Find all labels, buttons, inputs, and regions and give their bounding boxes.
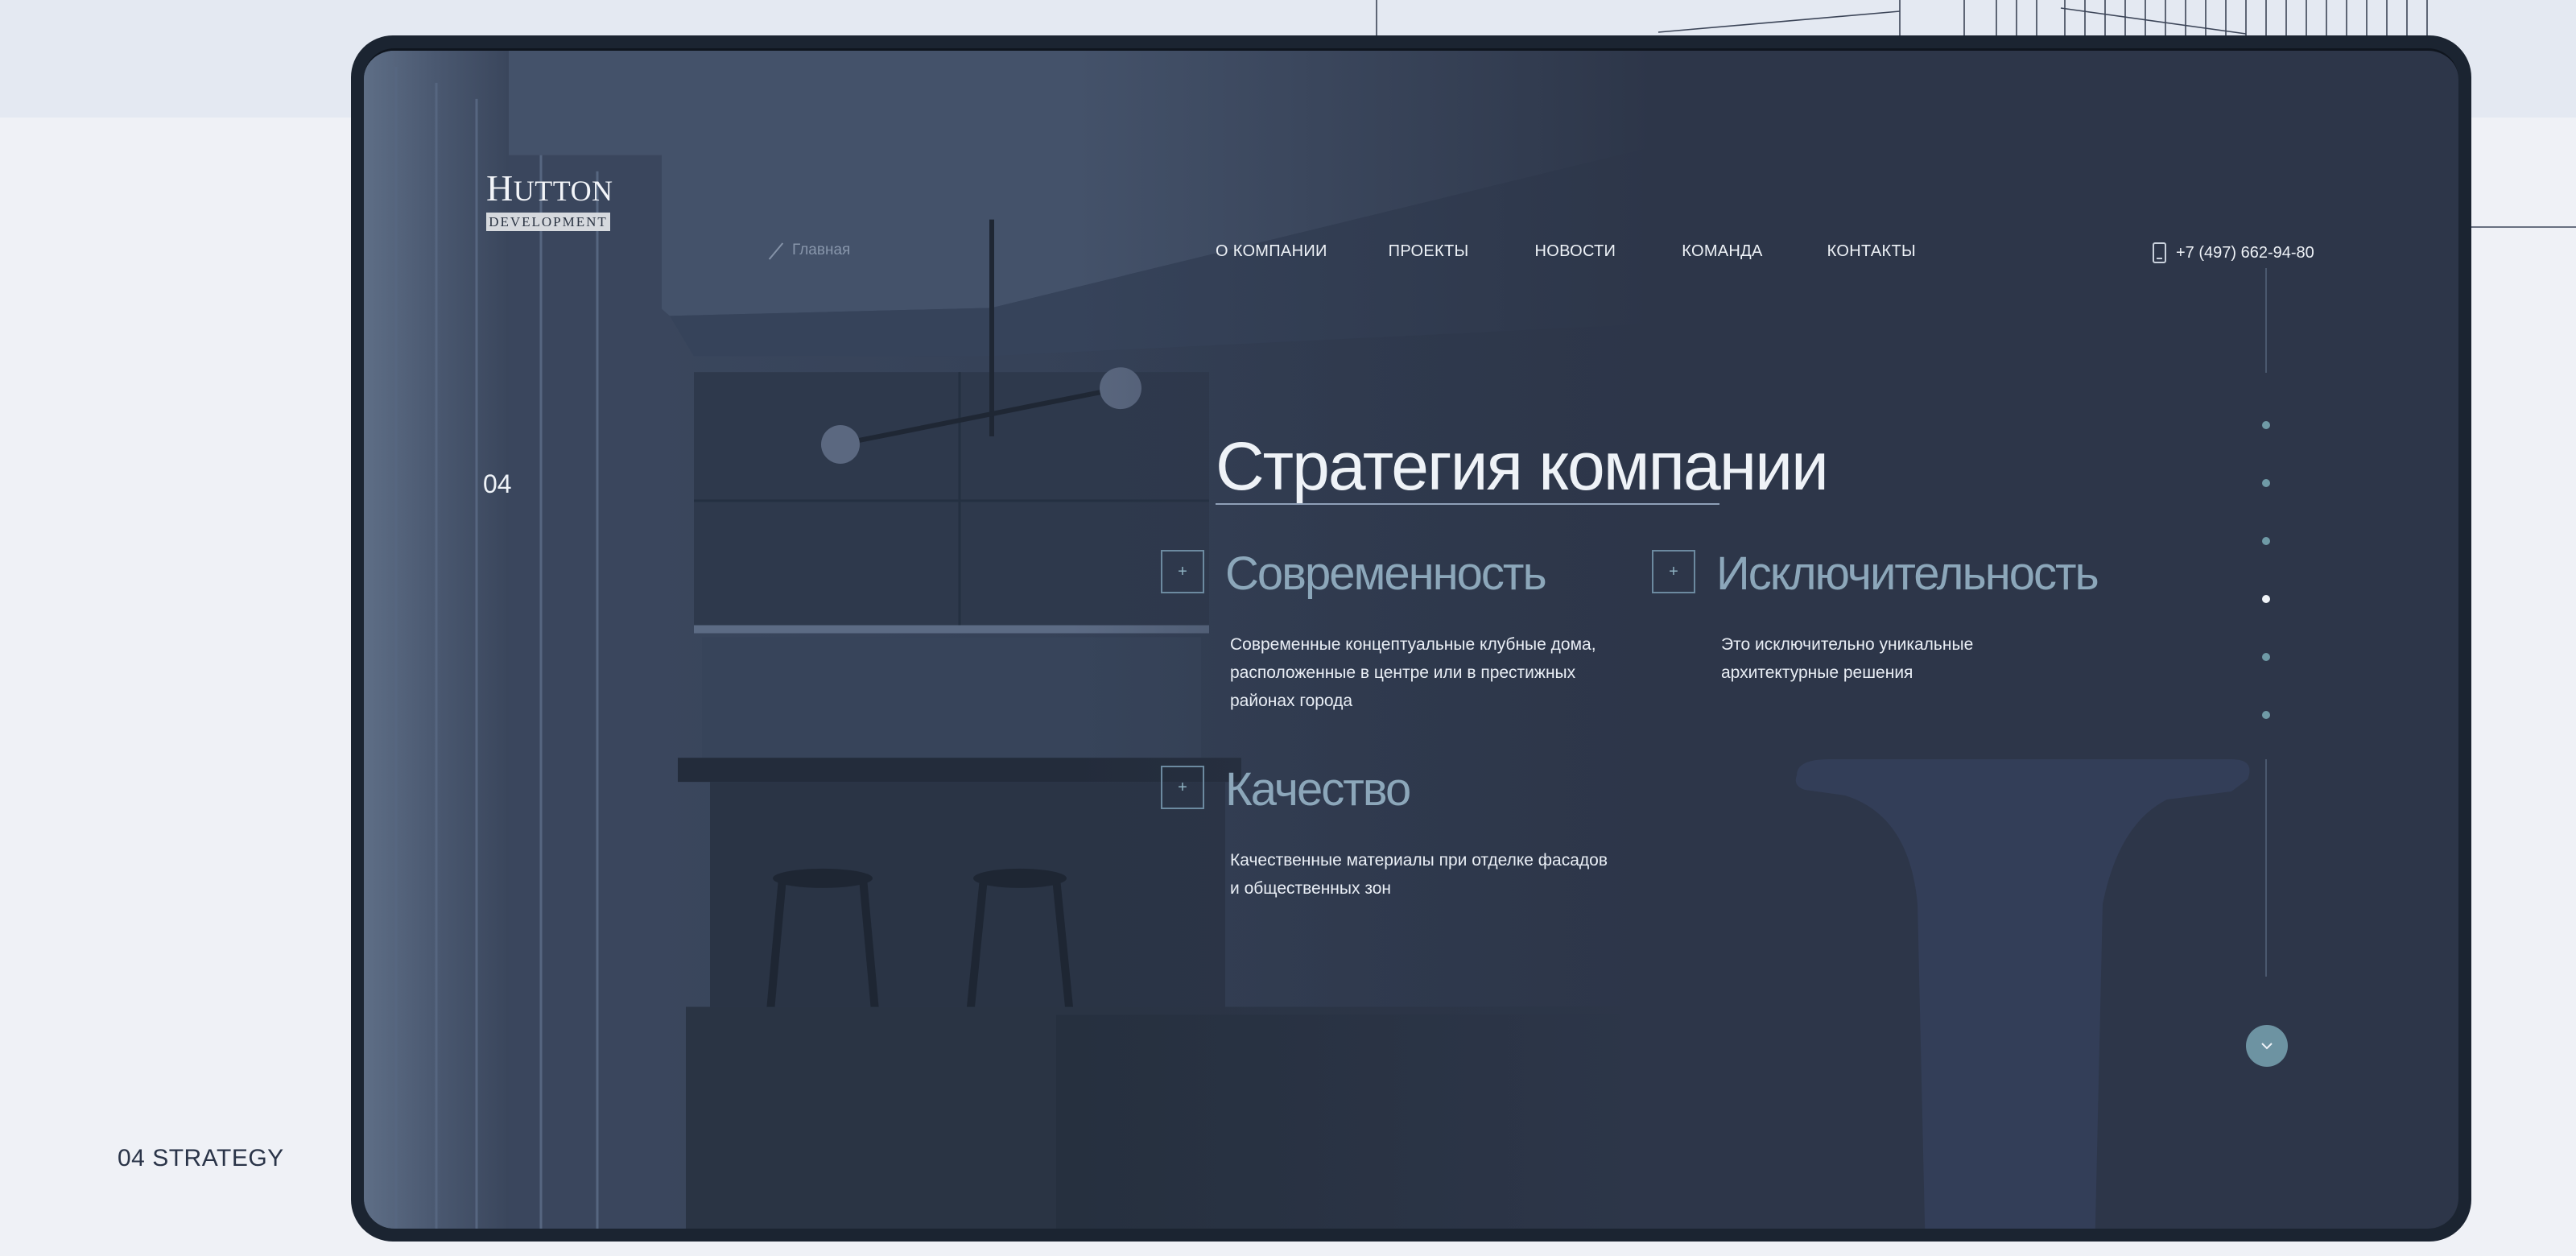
nav-item-about[interactable]: О КОМПАНИИ — [1216, 242, 1327, 261]
rail-line-top — [2265, 268, 2267, 373]
feature-text: Это исключительно уникальные архитектурн… — [1721, 635, 1974, 682]
phone-link[interactable]: +7 (497) 662-94-80 — [2153, 242, 2314, 263]
page-caption: 04 STRATEGY — [118, 1145, 284, 1171]
plus-icon[interactable]: + — [1652, 550, 1695, 593]
decorative-letter — [1795, 759, 2250, 1229]
section-number: 04 — [483, 469, 512, 498]
screen: HUTTON DEVELOPMENT Главная О КОМПАНИИ ПР… — [364, 48, 2458, 1229]
chevron-down-icon — [2261, 1043, 2273, 1050]
phone-number[interactable]: +7 (497) 662-94-80 — [2176, 244, 2314, 262]
pagination-dot-3[interactable] — [2262, 537, 2270, 545]
logo-wordmark: HUTTON — [486, 167, 613, 209]
scroll-down-button[interactable] — [2246, 1025, 2288, 1067]
pagination-dot-5[interactable] — [2262, 653, 2270, 661]
logo-subtitle: DEVELOPMENT — [486, 213, 610, 231]
breadcrumb[interactable]: Главная — [768, 241, 850, 260]
section-heading: Стратегия компании — [1216, 428, 1829, 504]
device-frame: HUTTON DEVELOPMENT Главная О КОМПАНИИ ПР… — [351, 35, 2471, 1242]
main-nav: О КОМПАНИИ ПРОЕКТЫ НОВОСТИ КОМАНДА КОНТА… — [1216, 242, 1916, 261]
slash-icon — [768, 241, 784, 260]
feature-text: Современные концептуальные клубные дома,… — [1230, 635, 1596, 710]
plus-icon[interactable]: + — [1161, 550, 1204, 593]
feature-title: Современность — [1225, 547, 1547, 600]
nav-item-team[interactable]: КОМАНДА — [1682, 242, 1762, 261]
pagination-dot-2[interactable] — [2262, 479, 2270, 487]
logo[interactable]: HUTTON DEVELOPMENT — [486, 170, 615, 231]
pagination-dot-4[interactable] — [2262, 595, 2270, 603]
pagination-dot-1[interactable] — [2262, 421, 2270, 429]
feature-text: Качественные материалы при отделке фасад… — [1230, 851, 1608, 898]
plus-icon[interactable]: + — [1161, 766, 1204, 809]
phone-icon — [2153, 242, 2166, 263]
heading-underline — [1216, 503, 1719, 505]
feature-title: Качество — [1225, 763, 1411, 816]
nav-item-news[interactable]: НОВОСТИ — [1535, 242, 1616, 261]
breadcrumb-home[interactable]: Главная — [792, 242, 850, 259]
feature-title: Исключительность — [1716, 547, 2099, 600]
rail-line-bottom — [2265, 759, 2267, 977]
pagination-dot-6[interactable] — [2262, 711, 2270, 719]
nav-item-projects[interactable]: ПРОЕКТЫ — [1389, 242, 1469, 261]
nav-item-contacts[interactable]: КОНТАКТЫ — [1827, 242, 1916, 261]
